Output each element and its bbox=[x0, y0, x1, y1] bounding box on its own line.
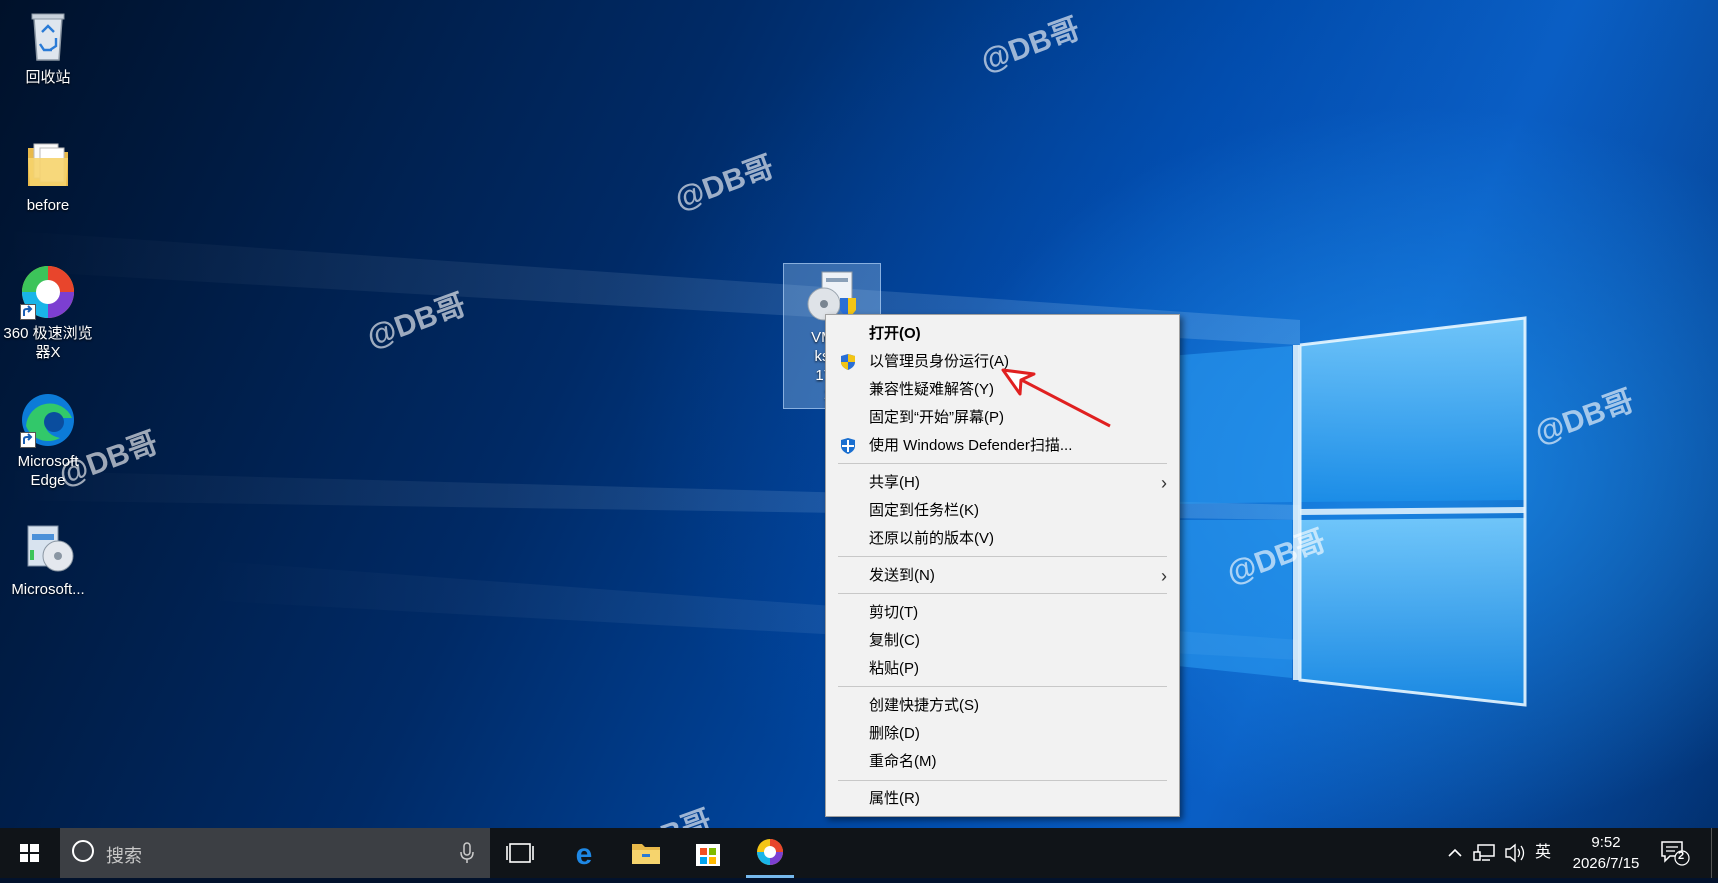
menu-item-rename[interactable]: 重命名(M) bbox=[826, 748, 1179, 776]
volume-icon[interactable] bbox=[1502, 828, 1528, 878]
menu-item-copy[interactable]: 复制(C) bbox=[826, 627, 1179, 655]
taskbar-360-browser-button[interactable] bbox=[742, 828, 798, 878]
desktop-icon-label: Microsoft... bbox=[11, 581, 85, 598]
clock-time: 9:52 bbox=[1591, 834, 1621, 851]
menu-item-pin-to-start[interactable]: 固定到“开始”屏幕(P) bbox=[826, 404, 1179, 432]
show-desktop-button[interactable] bbox=[1711, 828, 1718, 878]
menu-item-cut[interactable]: 剪切(T) bbox=[826, 599, 1179, 627]
menu-item-label: 重命名(M) bbox=[869, 753, 937, 770]
menu-item-restore-previous-versions[interactable]: 还原以前的版本(V) bbox=[826, 525, 1179, 553]
installer-icon bbox=[20, 520, 76, 576]
edge-icon: e bbox=[576, 838, 593, 871]
menu-item-share[interactable]: 共享(H) › bbox=[826, 469, 1179, 497]
desktop-icon-360-browser[interactable]: 360 极速浏览器X bbox=[0, 264, 96, 362]
search-placeholder: 搜索 bbox=[106, 846, 142, 866]
clock-date: 2026/7/15 bbox=[1572, 855, 1640, 872]
menu-item-compatibility-troubleshoot[interactable]: 兼容性疑难解答(Y) bbox=[826, 376, 1179, 404]
desktop-icon-label: before bbox=[26, 197, 70, 214]
menu-item-label: 兼容性疑难解答(Y) bbox=[869, 381, 994, 398]
menu-item-defender-scan[interactable]: 使用 Windows Defender扫描... bbox=[826, 432, 1179, 460]
menu-item-label: 发送到(N) bbox=[869, 567, 935, 584]
cortana-icon bbox=[72, 840, 94, 862]
shortcut-arrow-icon bbox=[20, 432, 36, 448]
start-button[interactable] bbox=[0, 828, 58, 878]
menu-item-label: 复制(C) bbox=[869, 632, 920, 649]
desktop-icon-microsoft-installer[interactable]: Microsoft... bbox=[0, 520, 96, 599]
input-method-indicator[interactable]: 英 bbox=[1535, 828, 1557, 878]
notification-icon bbox=[1661, 841, 1690, 866]
menu-item-label: 粘贴(P) bbox=[869, 660, 919, 677]
edge-icon bbox=[20, 392, 76, 448]
microphone-icon[interactable] bbox=[460, 842, 474, 869]
file-explorer-icon bbox=[632, 844, 660, 864]
menu-item-run-as-admin[interactable]: 以管理员身份运行(A) bbox=[826, 348, 1179, 376]
menu-item-label: 固定到任务栏(K) bbox=[869, 502, 979, 519]
desktop-icon-label: 360 极速浏览器X bbox=[3, 325, 93, 361]
menu-separator bbox=[838, 593, 1167, 594]
recycle-bin-icon bbox=[20, 8, 76, 64]
store-icon bbox=[696, 844, 720, 866]
desktop-icon-label: 回收站 bbox=[25, 69, 71, 86]
shortcut-arrow-icon bbox=[20, 304, 36, 320]
windows-logo-icon bbox=[20, 844, 39, 862]
taskbar: 搜索 e 英 9:52 2026/7/15 2 bbox=[0, 828, 1718, 878]
notification-count-badge: 2 bbox=[1678, 850, 1685, 862]
menu-item-label: 打开(O) bbox=[869, 325, 921, 342]
menu-item-label: 使用 Windows Defender扫描... bbox=[869, 437, 1073, 454]
menu-separator bbox=[838, 686, 1167, 687]
windows-defender-icon bbox=[839, 437, 857, 455]
svg-text:e: e bbox=[576, 838, 593, 871]
menu-item-label: 以管理员身份运行(A) bbox=[869, 353, 1009, 370]
360-browser-icon bbox=[20, 264, 76, 320]
submenu-chevron-icon: › bbox=[1161, 473, 1167, 493]
tray-overflow-chevron-icon[interactable] bbox=[1444, 828, 1466, 878]
menu-item-pin-to-taskbar[interactable]: 固定到任务栏(K) bbox=[826, 497, 1179, 525]
desktop-icon-folder-before[interactable]: before bbox=[0, 136, 96, 215]
uac-shield-icon bbox=[839, 353, 857, 371]
taskbar-file-explorer-button[interactable] bbox=[618, 828, 674, 878]
network-icon[interactable] bbox=[1472, 828, 1498, 878]
task-view-button[interactable] bbox=[492, 828, 548, 878]
menu-item-label: 创建快捷方式(S) bbox=[869, 697, 979, 714]
menu-item-send-to[interactable]: 发送到(N) › bbox=[826, 562, 1179, 590]
menu-item-delete[interactable]: 删除(D) bbox=[826, 720, 1179, 748]
360-browser-icon bbox=[757, 839, 783, 865]
action-center-button[interactable]: 2 bbox=[1660, 840, 1690, 866]
taskbar-edge-button[interactable]: e bbox=[556, 828, 612, 878]
menu-separator bbox=[838, 780, 1167, 781]
context-menu: 打开(O) 以管理员身份运行(A) 兼容性疑难解答(Y) 固定到“开始”屏幕(P… bbox=[825, 314, 1180, 817]
menu-item-label: 共享(H) bbox=[869, 474, 920, 491]
menu-item-label: 固定到“开始”屏幕(P) bbox=[869, 409, 1004, 426]
menu-item-paste[interactable]: 粘贴(P) bbox=[826, 655, 1179, 683]
task-view-icon bbox=[506, 843, 534, 863]
menu-item-label: 删除(D) bbox=[869, 725, 920, 742]
taskbar-store-button[interactable] bbox=[680, 828, 736, 878]
menu-separator bbox=[838, 463, 1167, 464]
menu-item-properties[interactable]: 属性(R) bbox=[826, 785, 1179, 813]
menu-item-label: 还原以前的版本(V) bbox=[869, 530, 994, 547]
menu-item-label: 属性(R) bbox=[869, 790, 920, 807]
taskbar-clock[interactable]: 9:52 2026/7/15 bbox=[1558, 832, 1654, 874]
menu-item-create-shortcut[interactable]: 创建快捷方式(S) bbox=[826, 692, 1179, 720]
menu-item-label: 剪切(T) bbox=[869, 604, 919, 621]
desktop-icon-recycle-bin[interactable]: 回收站 bbox=[0, 8, 96, 87]
folder-icon bbox=[20, 136, 76, 192]
menu-item-open[interactable]: 打开(O) bbox=[826, 320, 1179, 348]
submenu-chevron-icon: › bbox=[1161, 566, 1167, 586]
taskbar-search-box[interactable]: 搜索 bbox=[60, 828, 490, 878]
menu-separator bbox=[838, 556, 1167, 557]
